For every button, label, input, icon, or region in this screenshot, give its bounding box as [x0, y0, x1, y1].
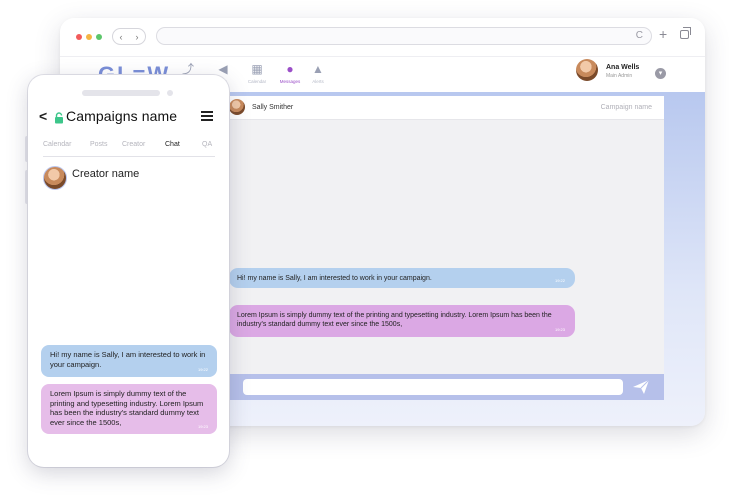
- nav-item-label: Messages: [279, 79, 301, 84]
- campaign-name: Campaign name: [600, 104, 652, 111]
- message-text: Hi! my name is Sally, I am interested to…: [237, 275, 432, 282]
- nav-item-label: Alerts: [312, 79, 324, 84]
- contact-avatar[interactable]: [229, 99, 245, 115]
- lock-icon: [55, 112, 63, 124]
- send-icon[interactable]: [632, 379, 650, 395]
- user-avatar[interactable]: [576, 59, 598, 81]
- message-time: 19:22: [554, 278, 565, 283]
- address-bar[interactable]: C: [156, 27, 652, 45]
- duplicate-tab-icon[interactable]: [680, 27, 691, 39]
- browser-toolbar: ‹ › C +: [60, 18, 705, 56]
- message-input[interactable]: [243, 379, 623, 395]
- reload-icon[interactable]: C: [636, 30, 643, 41]
- chart-icon: ⤴: [181, 62, 194, 76]
- close-window-dot[interactable]: [76, 34, 82, 40]
- phone-mockup: < Campaigns name Calendar Posts Creator …: [28, 75, 229, 467]
- nav-item-alerts[interactable]: ▲ Alerts: [303, 62, 333, 84]
- message-time: 19:23: [197, 423, 208, 429]
- tab-qa[interactable]: QA: [202, 141, 212, 148]
- message-text: Lorem Ipsum is simply dummy text of the …: [50, 389, 204, 427]
- message-bubble: Hi! my name is Sally, I am interested to…: [41, 345, 217, 377]
- bell-icon: ▲: [312, 62, 324, 76]
- history-nav: ‹ ›: [112, 28, 146, 45]
- chat-panel: Sally Smither Campaign name Hi! my name …: [226, 96, 664, 400]
- creator-avatar[interactable]: [43, 166, 67, 190]
- message-bubble: Lorem Ipsum is simply dummy text of the …: [41, 384, 217, 434]
- message-time: 19:22: [197, 366, 208, 372]
- contact-name: Sally Smither: [252, 104, 294, 111]
- new-tab-icon[interactable]: +: [659, 26, 667, 42]
- message-text: Hi! my name is Sally, I am interested to…: [50, 350, 206, 369]
- message-bubble: Hi! my name is Sally, I am interested to…: [229, 268, 575, 288]
- phone-speaker: [82, 90, 160, 96]
- message-text: Lorem Ipsum is simply dummy text of the …: [237, 312, 552, 328]
- nav-item-messages[interactable]: ● Messages: [275, 62, 305, 84]
- message-time: 19:23: [554, 327, 565, 332]
- back-icon[interactable]: <: [39, 108, 47, 124]
- message-bubble: Lorem Ipsum is simply dummy text of the …: [229, 305, 575, 337]
- menu-icon[interactable]: [201, 111, 213, 121]
- tab-divider: [43, 156, 215, 157]
- chevron-down-icon[interactable]: ▾: [655, 68, 666, 79]
- user-name: Ana Wells: [606, 64, 640, 71]
- tab-creator[interactable]: Creator: [122, 141, 145, 148]
- chat-header: Sally Smither Campaign name: [226, 96, 664, 120]
- calendar-icon: ▦: [251, 62, 263, 76]
- tab-posts[interactable]: Posts: [90, 141, 108, 148]
- page-title: Campaigns name: [66, 108, 178, 124]
- nav-item-label: Calendar: [247, 79, 267, 84]
- forward-arrow-icon[interactable]: ›: [136, 32, 139, 42]
- megaphone-icon: ◀: [218, 62, 228, 76]
- user-role: Main Admin: [606, 73, 633, 79]
- messages-icon: ●: [286, 62, 294, 76]
- back-arrow-icon[interactable]: ‹: [120, 32, 123, 42]
- message-composer: [226, 374, 664, 400]
- nav-item-calendar[interactable]: ▦ Calendar: [242, 62, 272, 84]
- tab-chat[interactable]: Chat: [165, 141, 180, 148]
- maximize-window-dot[interactable]: [96, 34, 102, 40]
- minimize-window-dot[interactable]: [86, 34, 92, 40]
- phone-camera: [167, 90, 173, 96]
- tab-calendar[interactable]: Calendar: [43, 141, 71, 148]
- creator-name: Creator name: [72, 168, 140, 180]
